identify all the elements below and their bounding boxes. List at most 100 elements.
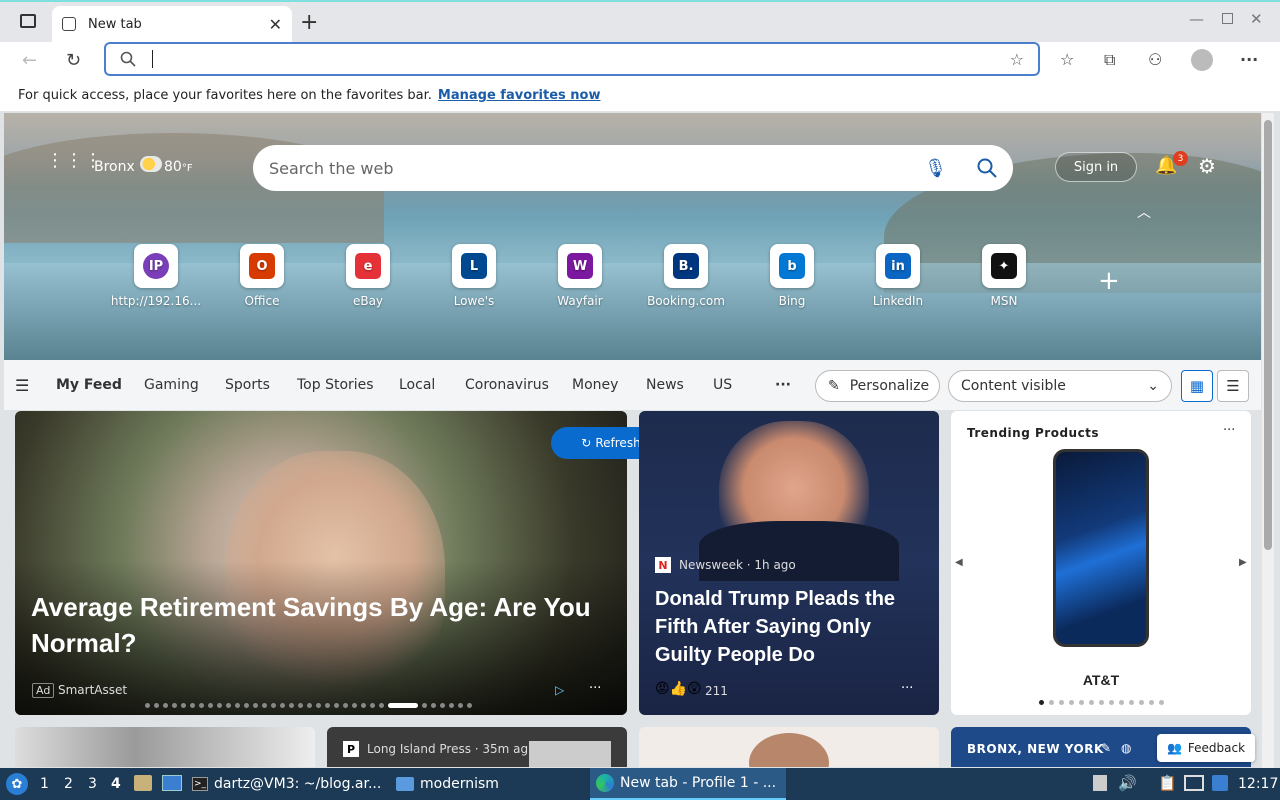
start-menu-icon[interactable]: ✿ xyxy=(6,773,28,795)
carousel-dot[interactable] xyxy=(271,703,276,708)
carousel-dot[interactable] xyxy=(422,703,427,708)
new-tab-plus-icon[interactable]: + xyxy=(300,10,318,35)
carousel-dot[interactable] xyxy=(352,703,357,708)
feed-tab-5[interactable]: Coronavirus xyxy=(465,377,549,393)
web-search-box[interactable]: Search the web 🎙 xyxy=(253,145,1013,191)
carousel-dot[interactable] xyxy=(388,703,418,708)
desktop-icon[interactable] xyxy=(162,775,182,791)
carousel-dot[interactable] xyxy=(334,703,339,708)
carousel-dot[interactable] xyxy=(298,703,303,708)
carousel-dot[interactable] xyxy=(154,703,159,708)
carousel-dot[interactable] xyxy=(280,703,285,708)
card-trending-products[interactable]: Trending Products ··· ◀ ▶ AT&T xyxy=(951,411,1251,715)
product-name[interactable]: AT&T xyxy=(951,672,1251,688)
quick-link-2[interactable]: O Office xyxy=(212,244,312,308)
refresh-icon[interactable]: ↻ xyxy=(66,50,81,71)
content-visible-dropdown[interactable]: Content visible ⌄ xyxy=(948,370,1172,402)
carousel-dot[interactable] xyxy=(145,703,150,708)
product-dot[interactable] xyxy=(1069,700,1074,705)
ad-source[interactable]: SmartAsset xyxy=(58,683,127,697)
volume-icon[interactable]: 🔊 xyxy=(1118,774,1137,792)
tab-actions-icon[interactable] xyxy=(20,14,36,28)
workspace-4[interactable]: 4 xyxy=(111,776,121,792)
add-favorite-icon[interactable]: ☆ xyxy=(1010,50,1024,69)
workspace-2[interactable]: 2 xyxy=(64,776,73,792)
feed-tab-0[interactable]: My Feed xyxy=(56,377,122,393)
taskbar-browser[interactable]: New tab - Profile 1 - ... xyxy=(590,768,786,800)
row2-source[interactable]: Long Island Press · 35m ag xyxy=(367,742,528,756)
address-bar[interactable]: ☆ xyxy=(104,42,1040,76)
product-dot[interactable] xyxy=(1039,700,1044,705)
product-dot[interactable] xyxy=(1049,700,1054,705)
product-dot[interactable] xyxy=(1079,700,1084,705)
product-dot[interactable] xyxy=(1099,700,1104,705)
carousel-dot[interactable] xyxy=(253,703,258,708)
quick-link-4[interactable]: L Lowe's xyxy=(424,244,524,308)
quick-link-9[interactable]: ✦ MSN xyxy=(954,244,1054,308)
carousel-dot[interactable] xyxy=(440,703,445,708)
card-row2-3[interactable] xyxy=(639,727,939,767)
taskbar-terminal[interactable]: >_ dartz@VM3: ~/blog.ar... xyxy=(192,770,388,798)
workspace-1[interactable]: 1 xyxy=(40,776,49,792)
carousel-dot[interactable] xyxy=(172,703,177,708)
feed-tab-3[interactable]: Top Stories xyxy=(297,377,374,393)
carousel-dot[interactable] xyxy=(325,703,330,708)
carousel-dot[interactable] xyxy=(262,703,267,708)
carousel-dot[interactable] xyxy=(467,703,472,708)
profile-avatar[interactable] xyxy=(1191,49,1213,71)
carousel-dot[interactable] xyxy=(370,703,375,708)
web-search-input[interactable]: Search the web xyxy=(269,159,393,178)
product-dot[interactable] xyxy=(1129,700,1134,705)
carousel-prev-icon[interactable]: ◀ xyxy=(955,557,963,568)
carousel-dot[interactable] xyxy=(449,703,454,708)
quick-link-7[interactable]: b Bing xyxy=(742,244,842,308)
menu-hamburger-icon[interactable]: ☰ xyxy=(15,376,29,395)
maximize-icon[interactable] xyxy=(1222,13,1233,24)
settings-gear-icon[interactable]: ⚙ xyxy=(1198,154,1216,178)
card-trump-story[interactable]: N Newsweek · 1h ago Donald Trump Pleads … xyxy=(639,411,939,715)
story-source[interactable]: Newsweek · 1h ago xyxy=(679,558,796,572)
feed-tab-7[interactable]: News xyxy=(646,377,684,393)
product-dot[interactable] xyxy=(1089,700,1094,705)
card-more-icon[interactable]: ··· xyxy=(589,681,601,696)
carousel-dot[interactable] xyxy=(289,703,294,708)
carousel-dot[interactable] xyxy=(181,703,186,708)
story-more-icon[interactable]: ··· xyxy=(901,681,913,696)
card-retirement-ad[interactable]: Average Retirement Savings By Age: Are Y… xyxy=(15,411,627,715)
carousel-dot[interactable] xyxy=(190,703,195,708)
notification-tray-icon[interactable] xyxy=(1212,775,1228,791)
card-row2-1[interactable] xyxy=(15,727,315,767)
manage-favorites-link[interactable]: Manage favorites now xyxy=(438,88,601,103)
back-icon[interactable]: ← xyxy=(22,50,37,71)
quick-link-3[interactable]: e eBay xyxy=(318,244,418,308)
quick-link-5[interactable]: W Wayfair xyxy=(530,244,630,308)
globe-icon[interactable]: ◍ xyxy=(1121,741,1131,755)
carousel-dot[interactable] xyxy=(458,703,463,708)
more-topics-button[interactable]: ··· xyxy=(775,377,791,393)
collections-icon[interactable]: ⧉ xyxy=(1104,50,1115,70)
workspace-3[interactable]: 3 xyxy=(88,776,97,792)
network-icon[interactable] xyxy=(1184,775,1204,791)
carousel-dot[interactable] xyxy=(163,703,168,708)
card-row2-2[interactable]: P Long Island Press · 35m ag xyxy=(327,727,627,767)
carousel-dot[interactable] xyxy=(244,703,249,708)
story-title[interactable]: Donald Trump Pleads the Fifth After Sayi… xyxy=(655,585,925,669)
quick-link-1[interactable]: IP http://192.16... xyxy=(106,244,206,308)
carousel-dot[interactable] xyxy=(361,703,366,708)
clipboard-icon[interactable]: 📋 xyxy=(1158,774,1177,792)
files-icon[interactable] xyxy=(134,775,152,791)
carousel-dot[interactable] xyxy=(208,703,213,708)
phone-product-image[interactable] xyxy=(1053,449,1149,647)
product-dot[interactable] xyxy=(1109,700,1114,705)
sign-in-button[interactable]: Sign in xyxy=(1055,152,1137,182)
product-dot[interactable] xyxy=(1119,700,1124,705)
add-quick-link-icon[interactable]: + xyxy=(1098,266,1120,296)
close-window-icon[interactable]: ✕ xyxy=(1250,10,1263,28)
weather-location[interactable]: Bronx xyxy=(94,159,135,175)
quick-link-6[interactable]: B. Booking.com xyxy=(636,244,736,308)
product-dot[interactable] xyxy=(1149,700,1154,705)
weather-temp[interactable]: 80°F xyxy=(164,159,193,175)
card-title[interactable]: Average Retirement Savings By Age: Are Y… xyxy=(31,589,601,661)
personalize-button[interactable]: ✎ Personalize xyxy=(815,370,940,402)
clock[interactable]: 12:17 xyxy=(1238,776,1278,792)
